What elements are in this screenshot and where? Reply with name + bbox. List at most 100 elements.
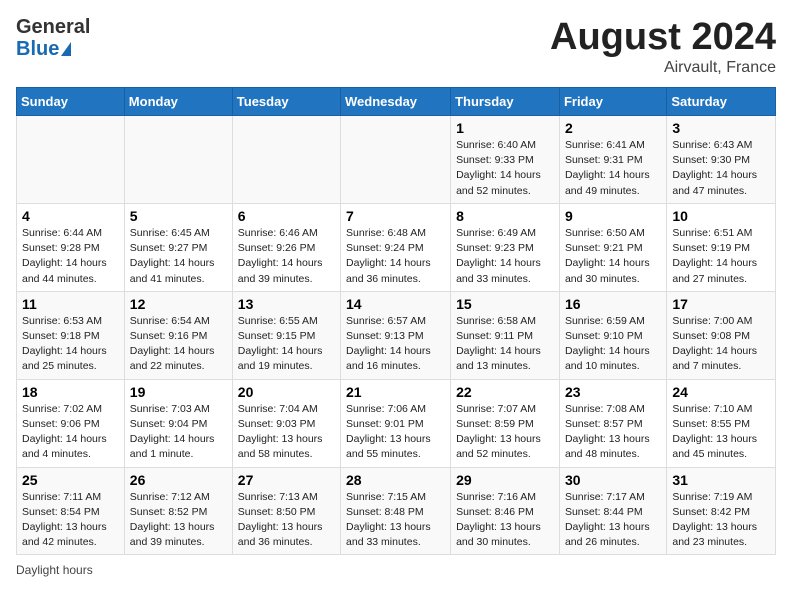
day-info: Sunrise: 7:04 AM Sunset: 9:03 PM Dayligh… (238, 402, 335, 463)
title-block: August 2024 Airvault, France (550, 16, 776, 77)
calendar-table: SundayMondayTuesdayWednesdayThursdayFrid… (16, 87, 776, 555)
day-info: Sunrise: 6:49 AM Sunset: 9:23 PM Dayligh… (456, 226, 554, 287)
day-number: 15 (456, 296, 554, 312)
day-info: Sunrise: 7:16 AM Sunset: 8:46 PM Dayligh… (456, 490, 554, 551)
calendar-week-4: 18Sunrise: 7:02 AM Sunset: 9:06 PM Dayli… (17, 379, 776, 467)
calendar-cell: 5Sunrise: 6:45 AM Sunset: 9:27 PM Daylig… (124, 203, 232, 291)
day-number: 29 (456, 472, 554, 488)
day-info: Sunrise: 7:10 AM Sunset: 8:55 PM Dayligh… (672, 402, 770, 463)
calendar-cell: 31Sunrise: 7:19 AM Sunset: 8:42 PM Dayli… (667, 467, 776, 555)
day-number: 6 (238, 208, 335, 224)
calendar-cell (232, 116, 340, 204)
day-info: Sunrise: 7:06 AM Sunset: 9:01 PM Dayligh… (346, 402, 445, 463)
day-info: Sunrise: 6:51 AM Sunset: 9:19 PM Dayligh… (672, 226, 770, 287)
day-info: Sunrise: 6:41 AM Sunset: 9:31 PM Dayligh… (565, 138, 661, 199)
day-number: 19 (130, 384, 227, 400)
day-number: 26 (130, 472, 227, 488)
calendar-cell: 11Sunrise: 6:53 AM Sunset: 9:18 PM Dayli… (17, 291, 125, 379)
calendar-cell: 7Sunrise: 6:48 AM Sunset: 9:24 PM Daylig… (341, 203, 451, 291)
calendar-cell: 17 Sunrise: 7:00 AM Sunset: 9:08 PM Dayli… (667, 291, 776, 379)
day-number: 17 (672, 296, 770, 312)
day-number: 9 (565, 208, 661, 224)
calendar-cell: 2 Sunrise: 6:41 AM Sunset: 9:31 PM Daylig… (559, 116, 666, 204)
day-info: Sunrise: 7:02 AM Sunset: 9:06 PM Dayligh… (22, 402, 119, 463)
day-info: Sunrise: 7:11 AM Sunset: 8:54 PM Dayligh… (22, 490, 119, 551)
column-header-sunday: Sunday (17, 88, 125, 116)
day-number: 10 (672, 208, 770, 224)
day-number: 1 (456, 120, 554, 136)
column-header-saturday: Saturday (667, 88, 776, 116)
column-header-thursday: Thursday (451, 88, 560, 116)
day-number: 8 (456, 208, 554, 224)
calendar-week-1: 1Sunrise: 6:40 AM Sunset: 9:33 PM Daylig… (17, 116, 776, 204)
day-number: 3 (672, 120, 770, 136)
calendar-cell: 18Sunrise: 7:02 AM Sunset: 9:06 PM Dayli… (17, 379, 125, 467)
day-number: 21 (346, 384, 445, 400)
day-info: Sunrise: 7:13 AM Sunset: 8:50 PM Dayligh… (238, 490, 335, 551)
calendar-cell: 26 Sunrise: 7:12 AM Sunset: 8:52 PM Dayli… (124, 467, 232, 555)
day-number: 27 (238, 472, 335, 488)
calendar-cell: 30 Sunrise: 7:17 AM Sunset: 8:44 PM Dayli… (559, 467, 666, 555)
day-number: 14 (346, 296, 445, 312)
day-info: Sunrise: 7:08 AM Sunset: 8:57 PM Dayligh… (565, 402, 661, 463)
column-header-tuesday: Tuesday (232, 88, 340, 116)
legend: Daylight hours (16, 563, 776, 577)
day-info: Sunrise: 6:48 AM Sunset: 9:24 PM Dayligh… (346, 226, 445, 287)
calendar-cell: 14 Sunrise: 6:57 AM Sunset: 9:13 PM Dayli… (341, 291, 451, 379)
calendar-cell: 23 Sunrise: 7:08 AM Sunset: 8:57 PM Dayli… (559, 379, 666, 467)
calendar-cell: 22 Sunrise: 7:07 AM Sunset: 8:59 PM Dayli… (451, 379, 560, 467)
calendar-cell: 8 Sunrise: 6:49 AM Sunset: 9:23 PM Daylig… (451, 203, 560, 291)
day-number: 28 (346, 472, 445, 488)
calendar-cell (124, 116, 232, 204)
calendar-cell: 12Sunrise: 6:54 AM Sunset: 9:16 PM Dayli… (124, 291, 232, 379)
calendar-cell (17, 116, 125, 204)
column-header-wednesday: Wednesday (341, 88, 451, 116)
calendar-cell: 15 Sunrise: 6:58 AM Sunset: 9:11 PM Dayli… (451, 291, 560, 379)
day-number: 13 (238, 296, 335, 312)
day-info: Sunrise: 6:43 AM Sunset: 9:30 PM Dayligh… (672, 138, 770, 199)
day-number: 25 (22, 472, 119, 488)
calendar-cell: 25 Sunrise: 7:11 AM Sunset: 8:54 PM Dayli… (17, 467, 125, 555)
day-info: Sunrise: 6:58 AM Sunset: 9:11 PM Dayligh… (456, 314, 554, 375)
calendar-cell: 29 Sunrise: 7:16 AM Sunset: 8:46 PM Dayli… (451, 467, 560, 555)
calendar-cell: 3 Sunrise: 6:43 AM Sunset: 9:30 PM Daylig… (667, 116, 776, 204)
calendar-cell: 21 Sunrise: 7:06 AM Sunset: 9:01 PM Dayli… (341, 379, 451, 467)
day-number: 30 (565, 472, 661, 488)
logo-triangle-icon (61, 42, 71, 56)
day-info: Sunrise: 7:00 AM Sunset: 9:08 PM Dayligh… (672, 314, 770, 375)
day-number: 16 (565, 296, 661, 312)
day-info: Sunrise: 6:44 AM Sunset: 9:28 PM Dayligh… (22, 226, 119, 287)
calendar-header-row: SundayMondayTuesdayWednesdayThursdayFrid… (17, 88, 776, 116)
day-number: 24 (672, 384, 770, 400)
day-info: Sunrise: 7:07 AM Sunset: 8:59 PM Dayligh… (456, 402, 554, 463)
calendar-cell: 28Sunrise: 7:15 AM Sunset: 8:48 PM Dayli… (341, 467, 451, 555)
day-info: Sunrise: 6:45 AM Sunset: 9:27 PM Dayligh… (130, 226, 227, 287)
calendar-cell (341, 116, 451, 204)
day-number: 31 (672, 472, 770, 488)
logo-blue: Blue (16, 38, 90, 60)
calendar-cell: 27 Sunrise: 7:13 AM Sunset: 8:50 PM Dayli… (232, 467, 340, 555)
day-info: Sunrise: 7:17 AM Sunset: 8:44 PM Dayligh… (565, 490, 661, 551)
day-info: Sunrise: 6:57 AM Sunset: 9:13 PM Dayligh… (346, 314, 445, 375)
month-year-title: August 2024 (550, 16, 776, 59)
logo: General Blue (16, 16, 90, 60)
day-number: 23 (565, 384, 661, 400)
calendar-cell: 19Sunrise: 7:03 AM Sunset: 9:04 PM Dayli… (124, 379, 232, 467)
calendar-week-2: 4 Sunrise: 6:44 AM Sunset: 9:28 PM Daylig… (17, 203, 776, 291)
day-number: 4 (22, 208, 119, 224)
day-info: Sunrise: 6:54 AM Sunset: 9:16 PM Dayligh… (130, 314, 227, 375)
calendar-cell: 4 Sunrise: 6:44 AM Sunset: 9:28 PM Daylig… (17, 203, 125, 291)
day-info: Sunrise: 6:50 AM Sunset: 9:21 PM Dayligh… (565, 226, 661, 287)
day-info: Sunrise: 7:12 AM Sunset: 8:52 PM Dayligh… (130, 490, 227, 551)
column-header-friday: Friday (559, 88, 666, 116)
calendar-cell: 10 Sunrise: 6:51 AM Sunset: 9:19 PM Dayli… (667, 203, 776, 291)
calendar-cell: 20Sunrise: 7:04 AM Sunset: 9:03 PM Dayli… (232, 379, 340, 467)
day-info: Sunrise: 6:53 AM Sunset: 9:18 PM Dayligh… (22, 314, 119, 375)
location-subtitle: Airvault, France (550, 59, 776, 77)
calendar-cell: 24 Sunrise: 7:10 AM Sunset: 8:55 PM Dayli… (667, 379, 776, 467)
day-info: Sunrise: 6:59 AM Sunset: 9:10 PM Dayligh… (565, 314, 661, 375)
day-number: 2 (565, 120, 661, 136)
logo-general: General (16, 16, 90, 38)
calendar-cell: 9 Sunrise: 6:50 AM Sunset: 9:21 PM Daylig… (559, 203, 666, 291)
day-number: 22 (456, 384, 554, 400)
